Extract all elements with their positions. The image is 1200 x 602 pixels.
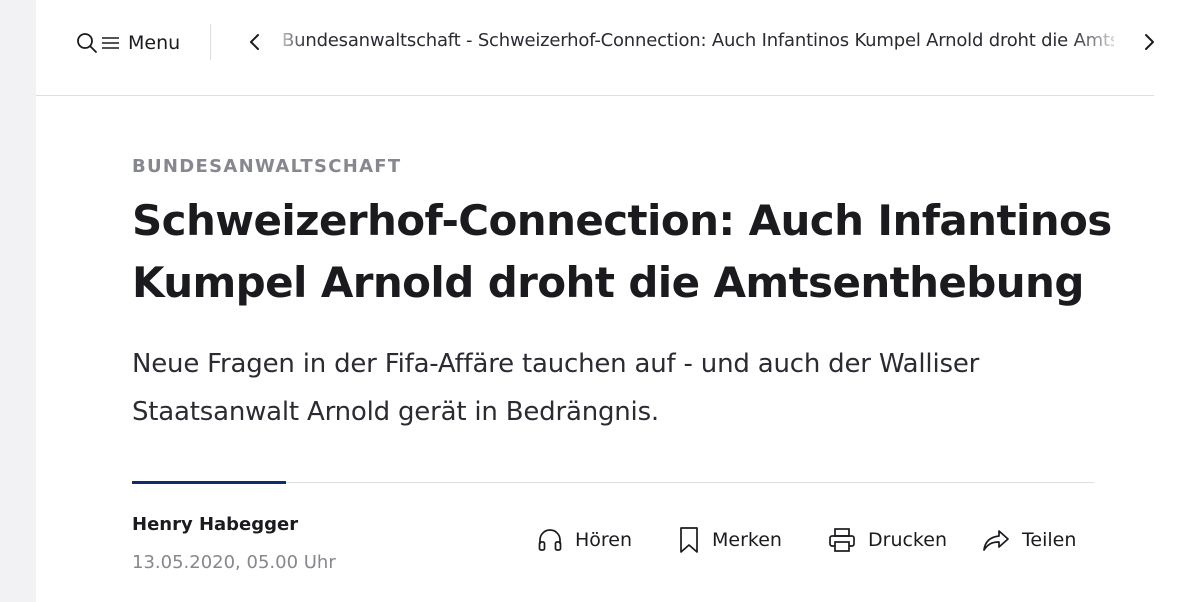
- author-name[interactable]: Henry Habegger: [132, 514, 298, 535]
- share-label: Teilen: [1022, 529, 1077, 551]
- breadcrumb-ticker[interactable]: Bundesanwaltschaft - Schweizerhof-Connec…: [282, 30, 1114, 58]
- print-button[interactable]: Drucken: [828, 524, 947, 556]
- top-navigation: Menu Bundesanwaltschaft - Schweizerhof-C…: [36, 0, 1154, 96]
- accent-bar: [132, 481, 286, 484]
- publish-date: 13.05.2020, 05.00 Uhr: [132, 552, 336, 573]
- headphones-icon: [538, 529, 562, 551]
- article-headline: Schweizerhof-Connection: Auch Infantinos…: [132, 196, 1112, 307]
- listen-label: Hören: [575, 529, 633, 551]
- nav-divider: [210, 24, 211, 60]
- bookmark-label: Merken: [712, 529, 782, 551]
- article-lead: Neue Fragen in der Fifa-Affäre tauchen a…: [132, 349, 980, 427]
- bookmark-icon: [680, 527, 698, 553]
- share-icon: [983, 530, 1009, 551]
- print-label: Drucken: [868, 529, 947, 551]
- article-kicker: BUNDESANWALTSCHAFT: [132, 156, 402, 177]
- printer-icon: [829, 528, 855, 552]
- search-icon: [77, 33, 97, 53]
- share-button[interactable]: Teilen: [982, 524, 1076, 556]
- hamburger-icon: [102, 37, 119, 49]
- bookmark-button[interactable]: Merken: [678, 524, 782, 556]
- menu-label: Menu: [128, 32, 181, 54]
- ticker-next-button[interactable]: [1138, 30, 1160, 54]
- menu-button[interactable]: Menu: [76, 28, 180, 58]
- listen-button[interactable]: Hören: [537, 524, 632, 556]
- ticker-prev-button[interactable]: [244, 30, 266, 54]
- chevron-right-icon: [1145, 34, 1154, 50]
- chevron-left-icon: [250, 34, 259, 50]
